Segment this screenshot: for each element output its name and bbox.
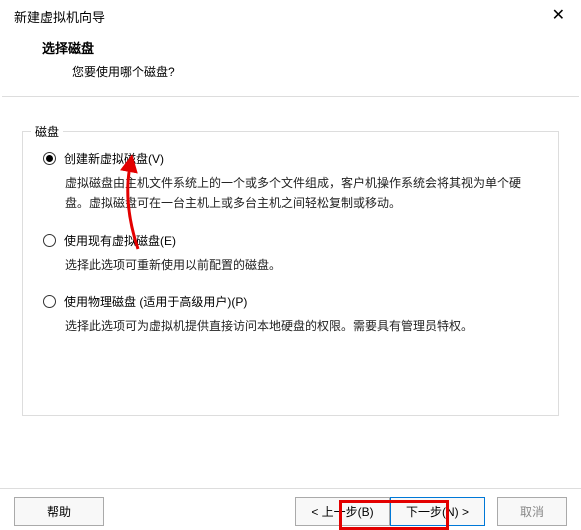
cancel-button[interactable]: 取消 bbox=[497, 497, 567, 526]
radio-icon[interactable] bbox=[43, 234, 56, 247]
title-bar: 新建虚拟机向导 ✕ bbox=[0, 0, 581, 30]
groupbox-legend: 磁盘 bbox=[31, 123, 63, 140]
option-use-physical-disk[interactable]: 使用物理磁盘 (适用于高级用户)(P) 选择此选项可为虚拟机提供直接访问本地硬盘… bbox=[39, 293, 542, 336]
disk-groupbox: 磁盘 创建新虚拟磁盘(V) 虚拟磁盘由主机文件系统上的一个或多个文件组成，客户机… bbox=[22, 131, 559, 416]
close-icon[interactable]: ✕ bbox=[546, 6, 571, 26]
page-title: 选择磁盘 bbox=[42, 38, 565, 57]
window-title: 新建虚拟机向导 bbox=[14, 7, 105, 26]
option-create-new-disk[interactable]: 创建新虚拟磁盘(V) 虚拟磁盘由主机文件系统上的一个或多个文件组成，客户机操作系… bbox=[39, 150, 542, 214]
divider bbox=[2, 96, 579, 97]
back-button[interactable]: < 上一步(B) bbox=[295, 497, 390, 526]
option-label: 使用现有虚拟磁盘(E) bbox=[64, 232, 176, 249]
option-label: 创建新虚拟磁盘(V) bbox=[64, 150, 164, 167]
option-use-existing-disk[interactable]: 使用现有虚拟磁盘(E) 选择此选项可重新使用以前配置的磁盘。 bbox=[39, 232, 542, 275]
option-description: 虚拟磁盘由主机文件系统上的一个或多个文件组成，客户机操作系统会将其视为单个硬盘。… bbox=[43, 173, 542, 214]
page-subtitle: 您要使用哪个磁盘? bbox=[42, 63, 565, 80]
radio-icon[interactable] bbox=[43, 295, 56, 308]
wizard-header: 选择磁盘 您要使用哪个磁盘? bbox=[0, 30, 581, 90]
option-description: 选择此选项可为虚拟机提供直接访问本地硬盘的权限。需要具有管理员特权。 bbox=[43, 316, 542, 336]
option-description: 选择此选项可重新使用以前配置的磁盘。 bbox=[43, 255, 542, 275]
help-button[interactable]: 帮助 bbox=[14, 497, 104, 526]
option-label: 使用物理磁盘 (适用于高级用户)(P) bbox=[64, 293, 247, 310]
wizard-button-row: 帮助 < 上一步(B) 下一步(N) > 取消 bbox=[0, 488, 581, 526]
radio-icon[interactable] bbox=[43, 152, 56, 165]
next-button[interactable]: 下一步(N) > bbox=[390, 497, 485, 526]
